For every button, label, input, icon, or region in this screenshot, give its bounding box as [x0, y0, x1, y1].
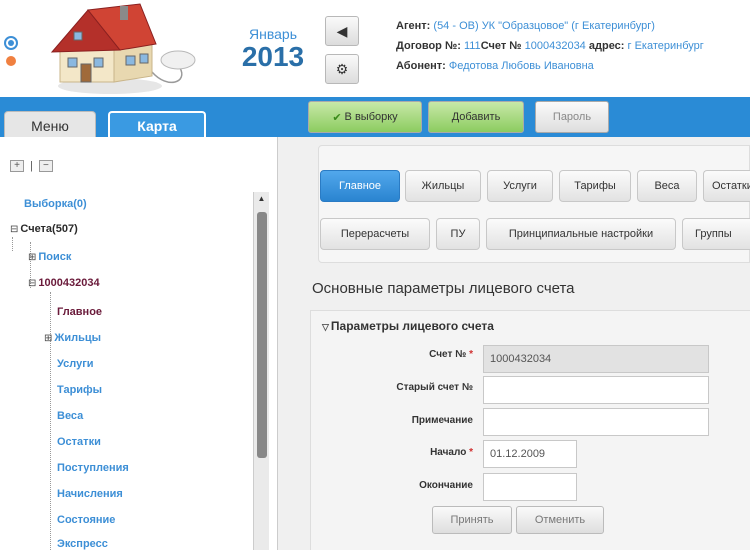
tab-zhiltsy[interactable]: Жильцы — [405, 170, 481, 202]
agent-link[interactable]: (54 - ОВ) УК "Образцовое" (г Екатеринбур… — [433, 20, 654, 32]
expand-icon[interactable]: ⊞ — [28, 252, 36, 263]
tab-uslugi[interactable]: Услуги — [487, 170, 553, 202]
tree-item-uslugi[interactable]: Услуги — [57, 358, 94, 370]
old-account-field[interactable] — [483, 376, 709, 404]
start-label-text: Начало — [430, 447, 467, 458]
tree-item-sostoyanie[interactable]: Состояние — [57, 514, 115, 526]
tab-glavnoe[interactable]: Главное — [320, 170, 400, 202]
address-link[interactable]: г Екатеринбург — [628, 40, 704, 52]
tree-item-vesa[interactable]: Веса — [57, 410, 83, 422]
tree-item-label: Жильцы — [54, 332, 102, 344]
contract-link[interactable]: 111 — [464, 40, 481, 52]
tree-item-vyborka[interactable]: Выборка(0) — [24, 198, 87, 210]
password-label: Пароль — [552, 111, 592, 123]
form-legend[interactable]: ▽ Параметры лицевого счета — [322, 319, 494, 333]
apply-button[interactable]: Принять — [432, 506, 512, 534]
note-label: Примечание — [411, 415, 473, 426]
contract-label: Договор №: — [396, 40, 461, 52]
tree-line — [12, 237, 13, 251]
tab-tarify[interactable]: Тарифы — [559, 170, 631, 202]
expand-all-button[interactable]: + — [10, 160, 24, 172]
old-account-label: Старый счет № — [396, 382, 473, 393]
tree-controls: + | − — [10, 160, 53, 172]
tree-item-account[interactable]: ⊟ 1000432034 — [28, 277, 100, 289]
tree-item-postupleniya[interactable]: Поступления — [57, 462, 129, 474]
account-link[interactable]: 1000432034 — [525, 40, 586, 52]
collapse-icon[interactable]: ⊟ — [10, 224, 18, 235]
scroll-up-icon[interactable]: ▲ — [254, 192, 269, 206]
tree-item-zhiltsy[interactable]: ⊞ Жильцы — [44, 332, 101, 344]
tree-line — [50, 292, 51, 550]
tree-item-glavnoe[interactable]: Главное — [57, 306, 102, 318]
end-label: Окончание — [419, 480, 473, 491]
required-mark: * — [469, 447, 473, 458]
tree-item-tarify[interactable]: Тарифы — [57, 384, 102, 396]
page-title: Основные параметры лицевого счета — [312, 280, 575, 297]
tab-ostatki[interactable]: Остатки — [703, 170, 750, 202]
house-logo — [50, 3, 196, 94]
required-mark: * — [469, 349, 473, 360]
end-date-field[interactable] — [483, 473, 577, 501]
tree-item-scheta[interactable]: ⊟ Счета(507) — [10, 223, 78, 235]
tab-karta[interactable]: Карта — [108, 111, 206, 139]
prev-month-button[interactable]: ◀ — [325, 16, 359, 46]
contract-line: Договор №: 111Счет № 1000432034 адрес: г… — [396, 36, 750, 56]
start-label: Начало * — [313, 447, 473, 458]
left-panel: + | − ▲ Выборка(0) ⊟ Счета(507) ⊞ Поиск ⊟ 1… — [0, 137, 278, 550]
note-field[interactable] — [483, 408, 709, 436]
toolbar: ✔ В выборку Добавить Пароль — [278, 97, 750, 137]
address-label: адрес: — [588, 40, 625, 52]
tree-item-nachisleniya[interactable]: Начисления — [57, 488, 123, 500]
password-button[interactable]: Пароль — [535, 101, 609, 133]
add-button[interactable]: Добавить — [428, 101, 524, 133]
subscriber-label: Абонент: — [396, 60, 446, 72]
header: Январь 2013 ◀ ⚙ Агент: (54 - ОВ) УК "Обр… — [0, 0, 750, 97]
subscriber-link[interactable]: Федотова Любовь Ивановна — [449, 60, 594, 72]
tab-gruppy[interactable]: Группы — [682, 218, 750, 250]
check-icon: ✔ — [332, 111, 342, 124]
radio-indicators — [4, 36, 18, 72]
tab-principal-settings[interactable]: Принципиальные настройки — [486, 218, 676, 250]
collapse-all-button[interactable]: − — [38, 160, 53, 172]
triangle-left-icon: ◀ — [336, 22, 348, 39]
tab-menu[interactable]: Меню — [4, 111, 96, 139]
scroll-thumb[interactable] — [257, 212, 267, 458]
tree-item-ekspress[interactable]: Экспресс — [57, 538, 108, 550]
date-display: Январь 2013 — [236, 26, 310, 72]
tree-item-label: Счета(507) — [20, 223, 78, 235]
tree-item-label: Поиск — [38, 251, 72, 263]
tree-scrollbar[interactable]: ▲ — [253, 192, 269, 550]
start-date-field[interactable] — [483, 440, 577, 468]
form-legend-label: Параметры лицевого счета — [330, 319, 494, 333]
cancel-button[interactable]: Отменить — [516, 506, 604, 534]
tab-pu[interactable]: ПУ — [436, 218, 480, 250]
account-label: Счет № * — [313, 349, 473, 360]
tree-item-poisk[interactable]: ⊞ Поиск — [28, 251, 71, 263]
app-window: Январь 2013 ◀ ⚙ Агент: (54 - ОВ) УК "Обр… — [0, 0, 750, 550]
add-label: Добавить — [451, 111, 501, 123]
settings-button[interactable]: ⚙ — [325, 54, 359, 84]
account-label: Счет № — [480, 40, 522, 52]
tab-pererascheti[interactable]: Перерасчеты — [320, 218, 430, 250]
triangle-down-icon[interactable]: ▽ — [322, 322, 329, 332]
expand-icon[interactable]: ⊞ — [44, 333, 52, 344]
tree-controls-separator: | — [30, 160, 33, 172]
tree-item-ostatki[interactable]: Остатки — [57, 436, 101, 448]
agent-line: Агент: (54 - ОВ) УК "Образцовое" (г Екат… — [396, 16, 750, 36]
month-label: Январь — [249, 26, 297, 42]
year-label: 2013 — [241, 41, 305, 72]
to-selection-label: В выборку — [344, 111, 398, 123]
tree-item-label: 1000432034 — [38, 277, 100, 289]
to-selection-button[interactable]: ✔ В выборку — [308, 101, 422, 133]
status-dot-icon — [6, 56, 16, 66]
account-field[interactable] — [483, 345, 709, 373]
radio-selected-icon[interactable] — [4, 36, 18, 50]
account-label-text: Счет № — [429, 349, 467, 360]
gear-icon: ⚙ — [335, 60, 349, 77]
agent-label: Агент: — [396, 20, 431, 32]
subscriber-line: Абонент: Федотова Любовь Ивановна — [396, 56, 750, 76]
account-info: Агент: (54 - ОВ) УК "Образцовое" (г Екат… — [396, 16, 750, 76]
tab-vesa[interactable]: Веса — [637, 170, 697, 202]
collapse-icon[interactable]: ⊟ — [28, 278, 36, 289]
